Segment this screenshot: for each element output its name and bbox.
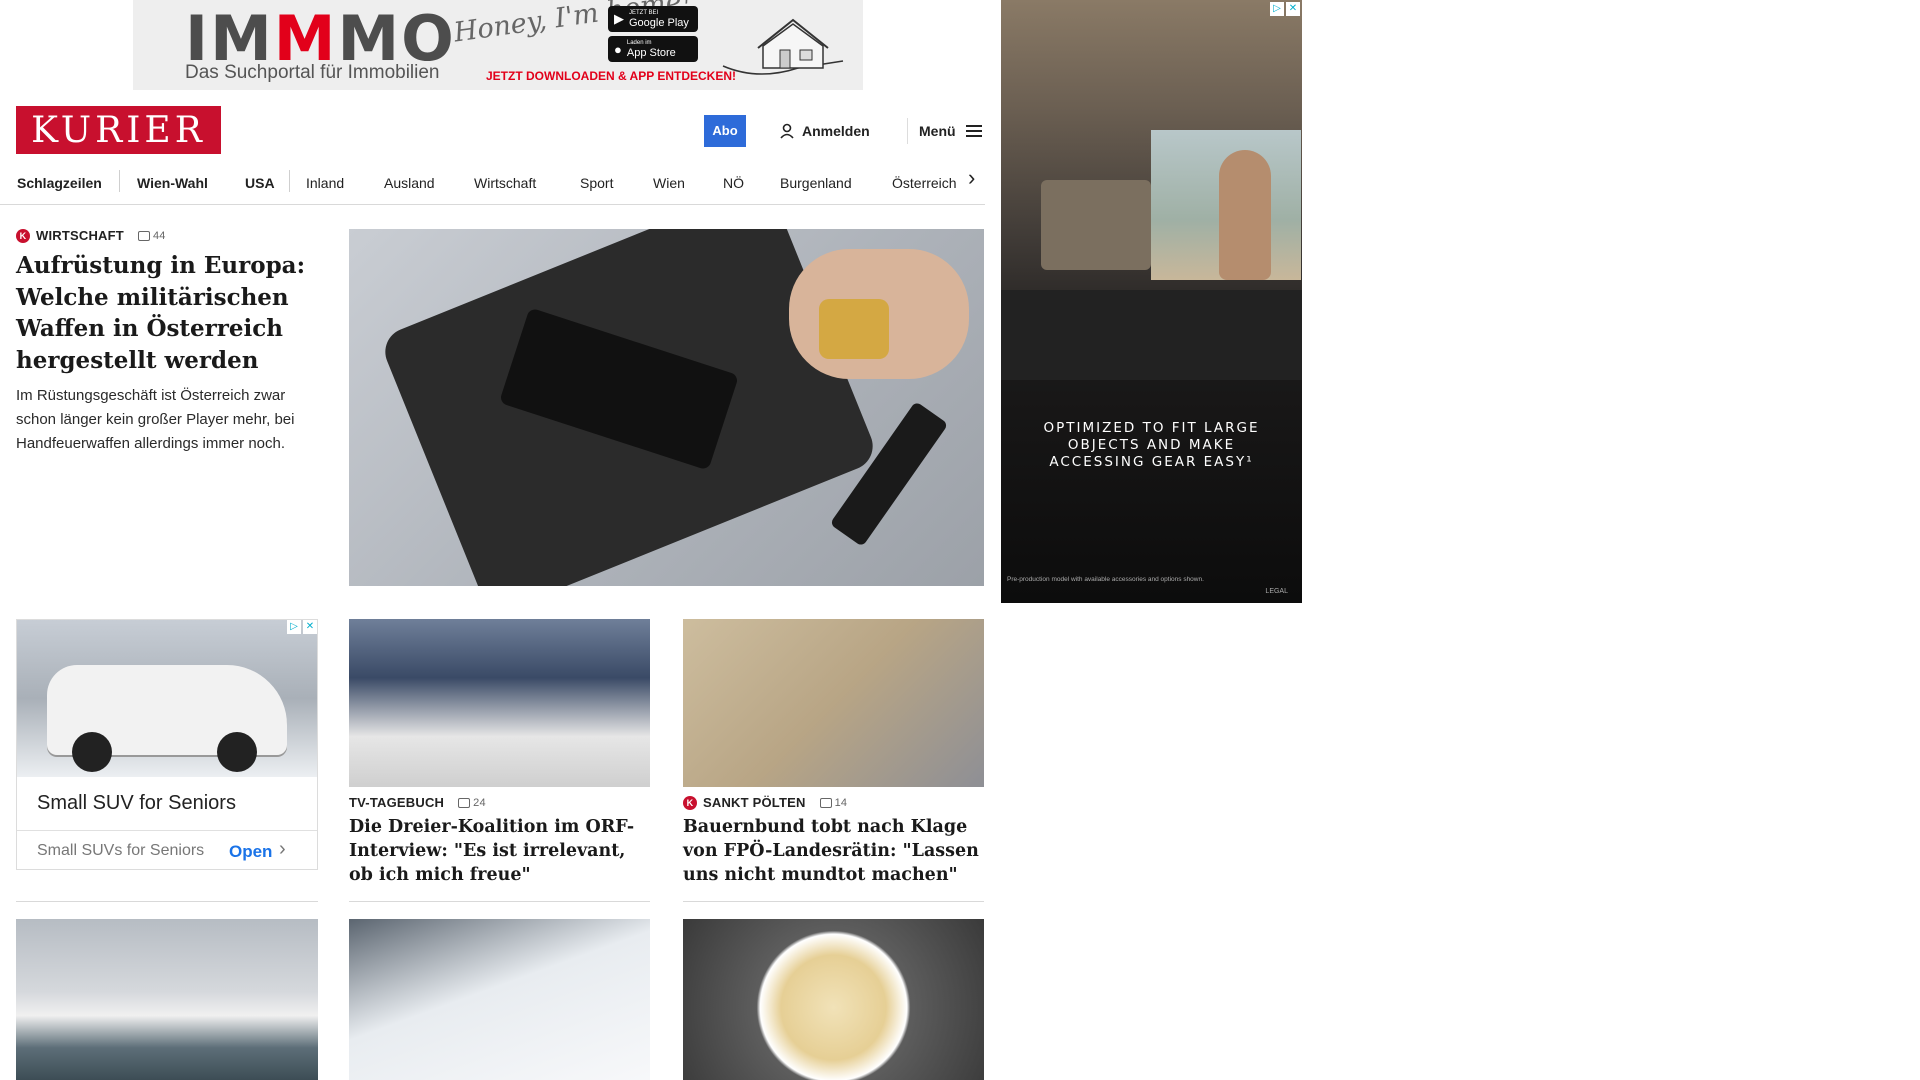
adchoice-controls[interactable]: ▷ ✕ (287, 620, 317, 634)
nav-divider (289, 170, 290, 192)
card-section[interactable]: TV-TAGEBUCH (349, 795, 444, 810)
row-divider (16, 901, 318, 902)
row-divider (683, 901, 984, 902)
card-image[interactable] (16, 919, 318, 1080)
nav-item-inland[interactable]: Inland (306, 171, 344, 195)
card-image[interactable] (349, 619, 650, 787)
ammunition (819, 299, 889, 359)
nav-item-oesterreich[interactable]: Österreich (892, 171, 957, 195)
nav-item-noe[interactable]: NÖ (723, 171, 744, 195)
card-section[interactable]: SANKT PÖLTEN (703, 795, 806, 810)
ad-person-image (1219, 150, 1271, 280)
sponsored-divider (17, 830, 317, 831)
nav-item-schlagzeilen[interactable]: Schlagzeilen (17, 171, 102, 195)
chevron-right-icon[interactable]: › (279, 838, 286, 861)
close-icon[interactable]: ✕ (1286, 2, 1300, 16)
hamburger-icon (965, 125, 982, 137)
lead-section[interactable]: WIRTSCHAFT (36, 228, 124, 243)
nav-item-burgenland[interactable]: Burgenland (780, 171, 852, 195)
play-store-icon: ▶ (614, 11, 624, 26)
card-headline[interactable]: Die Dreier-Koalition im ORF-Interview: "… (349, 815, 650, 887)
sponsored-open-link[interactable]: Open (229, 842, 272, 862)
login-button[interactable]: Anmelden (780, 120, 870, 142)
nav-item-wien-wahl[interactable]: Wien-Wahl (137, 171, 208, 195)
suv-ad-image (17, 620, 317, 777)
lead-comments[interactable]: 44 (137, 230, 166, 242)
kurier-plus-icon: K (683, 795, 697, 810)
ad-legal-link[interactable]: LEGAL (1265, 588, 1288, 595)
lead-teaser[interactable]: Im Rüstungsgeschäft ist Österreich zwar … (16, 384, 316, 456)
nav-divider (119, 170, 120, 192)
nav-item-sport[interactable]: Sport (580, 171, 613, 195)
nav-item-wien[interactable]: Wien (653, 171, 685, 195)
card-kicker[interactable]: TV-TAGEBUCH 24 (349, 795, 486, 810)
card-headline[interactable]: Bauernbund tobt nach Klage von FPÖ-Lande… (683, 815, 984, 887)
chevron-right-icon[interactable]: › (968, 165, 975, 191)
lead-kicker[interactable]: K WIRTSCHAFT 44 (16, 228, 166, 243)
ad-tagline: Das Suchportal für Immobilien (185, 62, 440, 83)
nav-item-wirtschaft[interactable]: Wirtschaft (474, 171, 536, 195)
card-image[interactable] (683, 919, 984, 1080)
close-icon[interactable]: ✕ (303, 620, 317, 634)
row-divider (349, 901, 650, 902)
adchoice-controls[interactable]: ▷ ✕ (1270, 2, 1300, 16)
house-illustration (722, 18, 844, 75)
lead-image[interactable] (349, 229, 984, 586)
sponsored-footer[interactable]: Small SUVs for Seniors (37, 842, 204, 860)
card-kicker[interactable]: K SANKT PÖLTEN 14 (683, 795, 847, 810)
card-image[interactable] (349, 919, 650, 1080)
user-icon (780, 123, 794, 139)
ad-fine-print: Pre-production model with available acce… (1007, 576, 1204, 583)
adchoices-icon[interactable]: ▷ (1270, 2, 1284, 16)
wheel (217, 732, 257, 772)
google-play-button[interactable]: ▶ JETZT BEI Google Play (608, 6, 698, 32)
comment-icon (137, 230, 150, 241)
kurier-logo[interactable]: KURIER (16, 106, 221, 154)
menu-button[interactable]: Menü (919, 120, 982, 142)
header-divider (907, 118, 908, 144)
skyscraper-ad[interactable]: OPTIMIZED TO FIT LARGE OBJECTS AND MAKE … (1001, 0, 1302, 603)
wheel (72, 732, 112, 772)
menu-label: Menü (919, 123, 956, 139)
login-label: Anmelden (802, 123, 870, 139)
card-comments[interactable]: 14 (819, 797, 848, 809)
abo-button[interactable]: Abo (704, 115, 746, 147)
lead-headline[interactable]: Aufrüstung in Europa: Welche militärisch… (16, 250, 316, 376)
apple-icon: ● (614, 41, 622, 57)
ad-message: OPTIMIZED TO FIT LARGE OBJECTS AND MAKE … (1043, 420, 1260, 470)
ad-cooler-image (1041, 180, 1151, 270)
nav-item-usa[interactable]: USA (245, 171, 275, 195)
app-store-button[interactable]: ● Laden im App Store (608, 36, 698, 62)
ad-cargo-floor (1001, 290, 1302, 380)
card-comments[interactable]: 24 (458, 797, 486, 809)
comment-icon (819, 797, 832, 808)
sponsored-headline[interactable]: Small SUV for Seniors (37, 792, 236, 815)
top-banner-ad[interactable]: IMMMO Das Suchportal für Immobilien Hone… (133, 0, 863, 90)
comment-icon (458, 797, 471, 808)
kurier-plus-icon: K (16, 228, 30, 243)
ad-cta[interactable]: JETZT DOWNLOADEN & APP ENTDECKEN! (486, 69, 736, 83)
nav-item-ausland[interactable]: Ausland (384, 171, 435, 195)
card-image[interactable] (683, 619, 984, 787)
sponsored-card[interactable]: ▷ ✕ Small SUV for Seniors Small SUVs for… (16, 619, 318, 870)
adchoices-icon[interactable]: ▷ (287, 620, 301, 634)
